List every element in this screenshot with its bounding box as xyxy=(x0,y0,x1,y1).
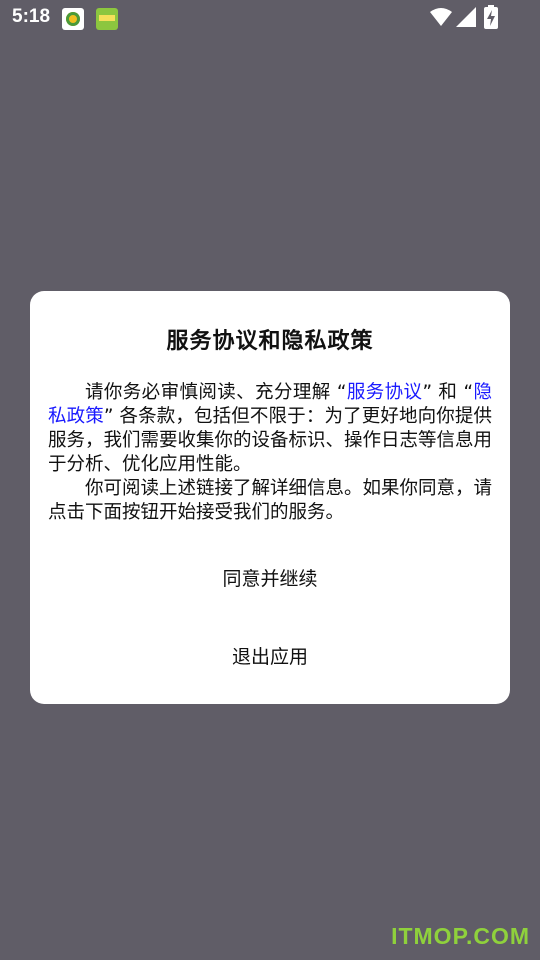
dialog-paragraph-2: 你可阅读上述链接了解详细信息。如果你同意，请点击下面按钮开始接受我们的服务。 xyxy=(48,478,493,523)
status-time: 5:18 xyxy=(12,6,51,27)
exit-app-button[interactable]: 退出应用 xyxy=(30,642,510,669)
dialog-title: 服务协议和隐私政策 xyxy=(166,329,374,354)
wifi-icon xyxy=(430,7,452,31)
body-text: ” 各条款，包括但不限于：为了更好地向你提供服务，我们需要收集你的设备标识、操作… xyxy=(48,406,493,475)
status-bar: 5:18 xyxy=(0,0,540,36)
dialog-paragraph-1: 请你务必审慎阅读、充分理解 “服务协议” 和 “隐私政策” 各条款，包括但不限于… xyxy=(48,381,492,477)
body-text: ” 和 “ xyxy=(422,382,474,403)
app-notification-icon xyxy=(62,8,84,30)
battery-charging-icon xyxy=(484,5,498,33)
service-agreement-link[interactable]: 服务协议 xyxy=(346,382,422,403)
watermark: ITMOP.COM xyxy=(391,923,530,949)
agree-continue-button[interactable]: 同意并继续 xyxy=(30,564,510,591)
app-notification-icon-2 xyxy=(96,8,118,30)
dialog-body: 请你务必审慎阅读、充分理解 “服务协议” 和 “隐私政策” 各条款，包括但不限于… xyxy=(48,381,492,525)
signal-icon xyxy=(456,7,476,31)
body-text: 请你务必审慎阅读、充分理解 “ xyxy=(85,382,347,403)
privacy-dialog: 服务协议和隐私政策 请你务必审慎阅读、充分理解 “服务协议” 和 “隐私政策” … xyxy=(30,291,510,704)
